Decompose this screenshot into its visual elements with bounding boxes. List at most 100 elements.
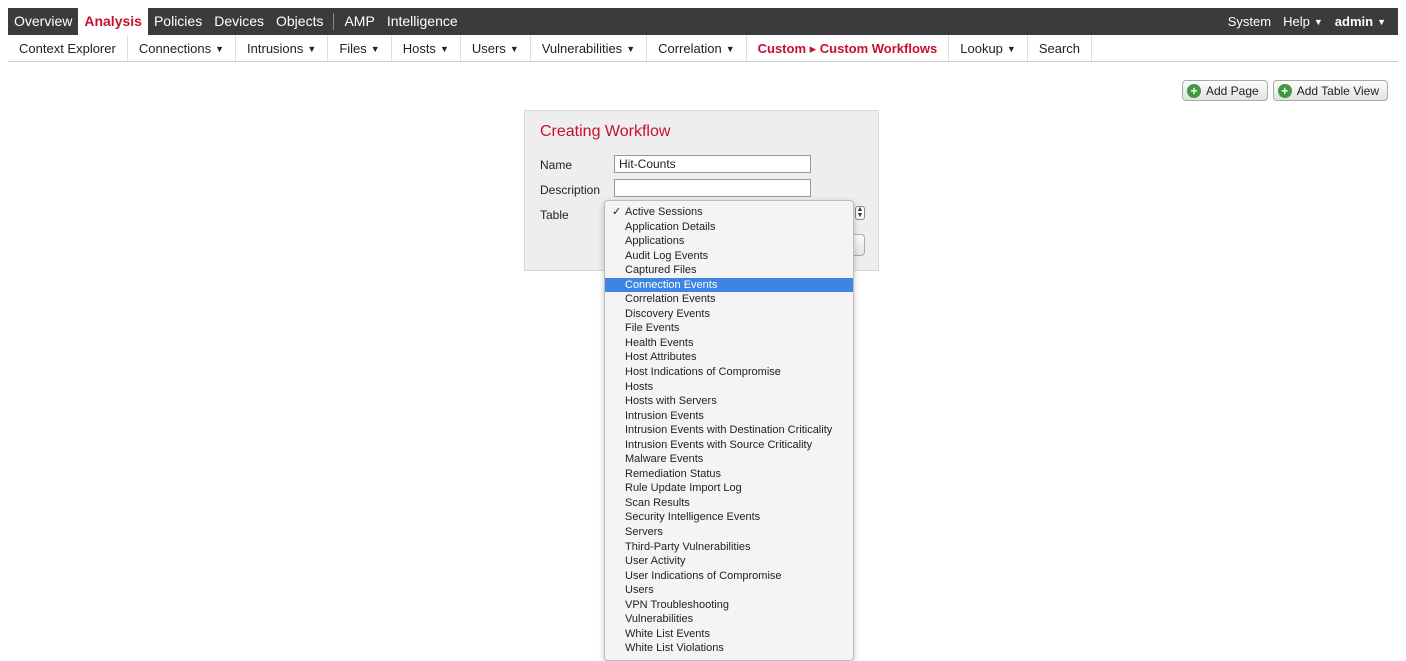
chevron-down-icon: ▼	[509, 44, 519, 54]
dropdown-option[interactable]: Vulnerabilities	[605, 612, 853, 627]
dropdown-option-label: Intrusion Events	[625, 409, 704, 422]
subnav-users[interactable]: Users ▼	[461, 35, 531, 61]
dropdown-option-label: Discovery Events	[625, 307, 710, 320]
subnav-context-explorer[interactable]: Context Explorer	[8, 35, 128, 61]
dropdown-option[interactable]: VPN Troubleshooting	[605, 598, 853, 613]
dropdown-option[interactable]: Host Indications of Compromise	[605, 365, 853, 380]
dropdown-option[interactable]: Rule Update Import Log	[605, 481, 853, 496]
description-label: Description	[540, 183, 601, 197]
add-page-label: Add Page	[1205, 83, 1259, 98]
dropdown-option[interactable]: Host Attributes	[605, 350, 853, 365]
dropdown-option[interactable]: White List Events	[605, 627, 853, 642]
nav-objects[interactable]: Objects	[270, 8, 329, 35]
dropdown-option[interactable]: Audit Log Events	[605, 249, 853, 264]
dropdown-option[interactable]: Scan Results	[605, 496, 853, 511]
dropdown-option-label: Host Indications of Compromise	[625, 366, 781, 379]
nav-intelligence[interactable]: Intelligence	[381, 8, 464, 35]
dropdown-option[interactable]: Malware Events	[605, 452, 853, 467]
dropdown-option[interactable]: Intrusion Events	[605, 409, 853, 424]
subnav-custom-workflows[interactable]: Custom ▸ Custom Workflows	[747, 35, 950, 61]
nav-policies[interactable]: Policies	[148, 8, 208, 35]
dropdown-option-label: VPN Troubleshooting	[625, 598, 729, 611]
dropdown-option[interactable]: Security Intelligence Events	[605, 510, 853, 525]
chevron-down-icon: ▼	[626, 44, 636, 54]
subnav-vulnerabilities[interactable]: Vulnerabilities ▼	[531, 35, 648, 61]
dropdown-option[interactable]: Hosts	[605, 380, 853, 395]
subnav-correlation[interactable]: Correlation ▼	[647, 35, 747, 61]
dropdown-option-label: Vulnerabilities	[625, 613, 694, 626]
subnav-search[interactable]: Search	[1028, 35, 1093, 61]
dropdown-option-label: Correlation Events	[625, 293, 716, 306]
dropdown-option[interactable]: Application Details	[605, 220, 853, 235]
dropdown-option[interactable]: Hosts with Servers	[605, 394, 853, 409]
table-select-arrows-icon[interactable]: ▲ ▼	[855, 206, 865, 220]
nav-user-menu[interactable]: admin ▼	[1329, 8, 1392, 35]
dropdown-option[interactable]: Applications	[605, 234, 853, 249]
plus-icon: +	[1277, 83, 1292, 98]
subnav-hosts[interactable]: Hosts ▼	[392, 35, 461, 61]
dropdown-option-label: Intrusion Events with Destination Critic…	[625, 424, 833, 437]
add-page-button[interactable]: + Add Page	[1181, 80, 1268, 101]
panel-title: Creating Workflow	[540, 123, 671, 140]
subnav-vulnerabilities-label: Vulnerabilities	[541, 41, 623, 56]
dropdown-option-label: File Events	[625, 322, 680, 335]
chevron-down-icon: ▼	[439, 44, 449, 54]
dropdown-option-label: Hosts with Servers	[625, 395, 717, 408]
table-select-dropdown[interactable]: ✓ Active Sessions Application Details Appli…	[604, 200, 854, 661]
dropdown-option[interactable]: Intrusion Events with Destination Critic…	[605, 423, 853, 438]
nav-analysis[interactable]: Analysis	[78, 8, 148, 35]
dropdown-option[interactable]: Remediation Status	[605, 467, 853, 482]
dropdown-option[interactable]: White List Violations	[605, 641, 853, 656]
dropdown-option-label: Hosts	[625, 380, 654, 393]
nav-help[interactable]: Help ▼	[1277, 8, 1329, 35]
dropdown-option[interactable]: Correlation Events	[605, 292, 853, 307]
subnav-hosts-label: Hosts	[402, 41, 436, 56]
subnav-connections-label: Connections	[138, 41, 212, 56]
dropdown-option-label: Malware Events	[625, 453, 704, 466]
nav-divider	[333, 13, 335, 30]
plus-icon: +	[1186, 83, 1201, 98]
action-bar: + Add Page + Add Table View	[1181, 80, 1388, 101]
nav-system[interactable]: System	[1222, 8, 1277, 35]
dropdown-option-label: Captured Files	[625, 264, 697, 277]
top-nav: Overview Analysis Policies Devices Objec…	[8, 8, 1398, 35]
subnav-files[interactable]: Files ▼	[328, 35, 392, 61]
sub-nav: Context Explorer Connections ▼ Intrusions…	[8, 35, 1398, 62]
subnav-correlation-label: Correlation	[658, 41, 722, 56]
dropdown-option[interactable]: File Events	[605, 321, 853, 336]
dropdown-option[interactable]: Connection Events	[605, 277, 853, 293]
dropdown-option[interactable]: Captured Files	[605, 263, 853, 278]
chevron-down-icon: ▼	[1377, 17, 1386, 27]
subnav-intrusions[interactable]: Intrusions ▼	[236, 35, 329, 61]
subnav-connections[interactable]: Connections ▼	[128, 35, 237, 61]
nav-devices[interactable]: Devices	[208, 8, 270, 35]
dropdown-option[interactable]: Users	[605, 583, 853, 598]
subnav-intrusions-label: Intrusions	[247, 41, 304, 56]
subnav-lookup[interactable]: Lookup ▼	[949, 35, 1028, 61]
add-table-view-button[interactable]: + Add Table View	[1272, 80, 1388, 101]
dropdown-option[interactable]: User Indications of Compromise	[605, 569, 853, 584]
dropdown-option[interactable]: ✓ Active Sessions	[605, 205, 853, 220]
chevron-down-icon: ▼	[725, 44, 735, 54]
dropdown-option-label: Intrusion Events with Source Criticality	[625, 438, 813, 451]
dropdown-option-label: Scan Results	[625, 496, 690, 509]
dropdown-option-label: User Activity	[625, 555, 686, 568]
dropdown-option-label: Applications	[625, 235, 685, 248]
dropdown-option[interactable]: Servers	[605, 525, 853, 540]
checkmark-icon: ✓	[612, 206, 622, 218]
dropdown-option-label: User Indications of Compromise	[625, 569, 782, 582]
dropdown-option-label: Connection Events	[625, 278, 718, 291]
name-field[interactable]: Hit-Counts	[614, 155, 811, 173]
dropdown-option[interactable]: User Activity	[605, 554, 853, 569]
dropdown-option-label: Security Intelligence Events	[625, 511, 761, 524]
dropdown-option[interactable]: Discovery Events	[605, 307, 853, 322]
dropdown-option-label: Users	[625, 584, 654, 597]
dropdown-option[interactable]: Third-Party Vulnerabilities	[605, 540, 853, 555]
nav-amp[interactable]: AMP	[338, 8, 380, 35]
chevron-down-icon: ▼	[1313, 17, 1323, 27]
description-field[interactable]	[614, 179, 811, 197]
nav-overview[interactable]: Overview	[8, 8, 78, 35]
dropdown-option-label: Third-Party Vulnerabilities	[625, 540, 751, 553]
dropdown-option[interactable]: Health Events	[605, 336, 853, 351]
dropdown-option[interactable]: Intrusion Events with Source Criticality	[605, 438, 853, 453]
